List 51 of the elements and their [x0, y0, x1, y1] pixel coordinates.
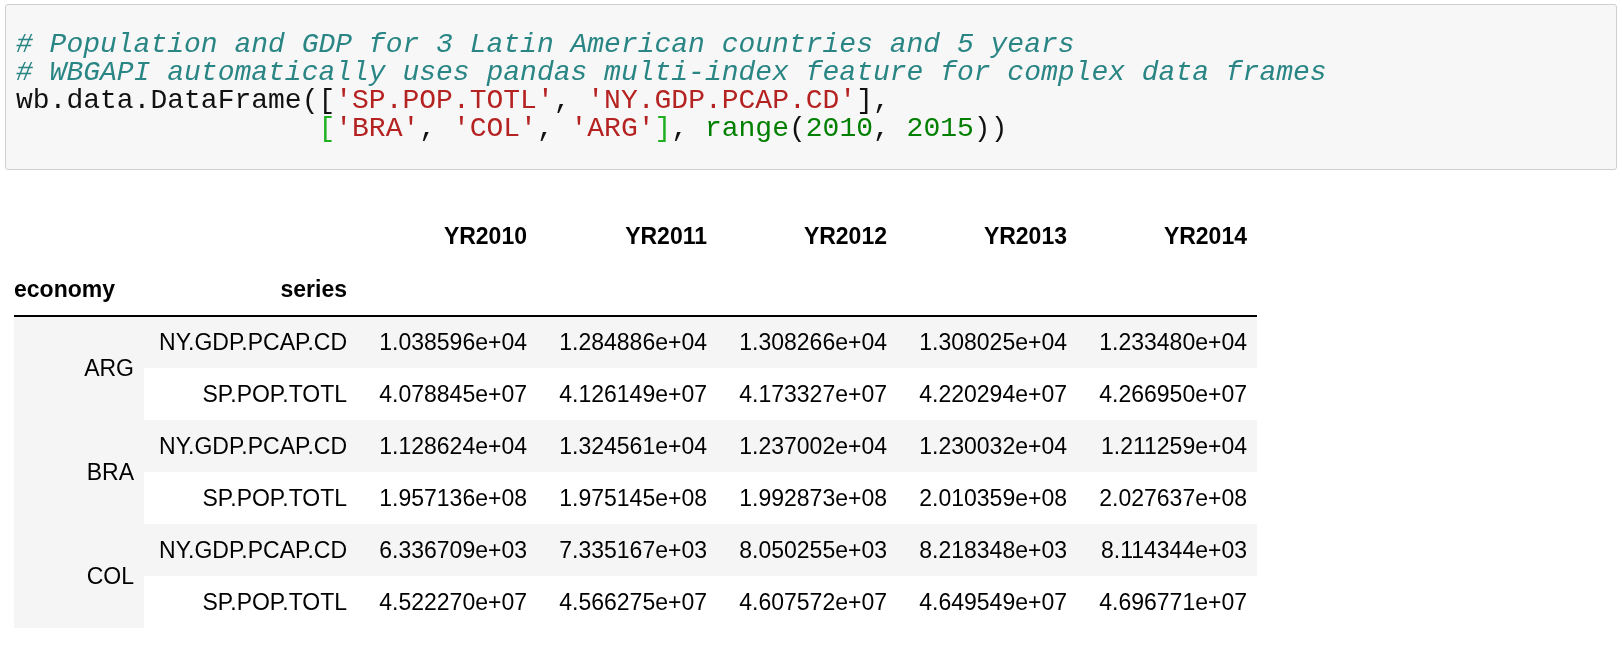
code-line: ['BRA', 'COL', 'ARG'], range(2010, 2015)) — [318, 115, 1009, 143]
table-cell: 1.324561e+04 — [537, 420, 717, 472]
table-cell: 1.992873e+08 — [717, 472, 897, 524]
row-label: SP.POP.TOTL — [144, 576, 357, 628]
row-label: NY.GDP.PCAP.CD — [144, 524, 357, 576]
table-cell: 4.126149e+07 — [537, 368, 717, 420]
column-header: YR2011 — [624, 222, 708, 252]
code-line: # WBGAPI automatically uses pandas multi-index feature for complex data frames — [16, 59, 1328, 87]
table-cell: 1.128624e+04 — [357, 420, 537, 472]
column-header: YR2010 — [442, 222, 528, 252]
table-cell: 2.010359e+08 — [897, 472, 1077, 524]
table-cell: 4.566275e+07 — [537, 576, 717, 628]
table-cell: 2.027637e+08 — [1077, 472, 1257, 524]
table-cell: 4.078845e+07 — [357, 368, 537, 420]
table-cell: 1.237002e+04 — [717, 420, 897, 472]
row-label: ARG — [14, 316, 144, 420]
table-cell: 4.649549e+07 — [897, 576, 1077, 628]
column-header: YR2014 — [1162, 222, 1248, 252]
table-cell: 1.233480e+04 — [1077, 316, 1257, 368]
table-cell: 4.220294e+07 — [897, 368, 1077, 420]
row-label: BRA — [14, 420, 144, 524]
table-cell: 4.173327e+07 — [717, 368, 897, 420]
row-label: SP.POP.TOTL — [144, 472, 357, 524]
table-cell: 8.114344e+03 — [1077, 524, 1257, 576]
table-cell: 4.696771e+07 — [1077, 576, 1257, 628]
row-label: SP.POP.TOTL — [144, 368, 357, 420]
table-cell: 7.335167e+03 — [537, 524, 717, 576]
table-cell: 1.308025e+04 — [897, 316, 1077, 368]
column-header: YR2013 — [982, 222, 1068, 252]
code-line: wb.data.DataFrame(['SP.POP.TOTL', 'NY.GDP.PCAP.CD'], — [16, 87, 891, 115]
column-header: YR2012 — [802, 222, 888, 252]
table-cell: 8.218348e+03 — [897, 524, 1077, 576]
table-cell: 4.266950e+07 — [1077, 368, 1257, 420]
code-cell[interactable] — [5, 4, 1617, 170]
table-cell: 1.975145e+08 — [537, 472, 717, 524]
table-cell: 4.607572e+07 — [717, 576, 897, 628]
table-cell: 8.050255e+03 — [717, 524, 897, 576]
table-cell: 1.038596e+04 — [357, 316, 537, 368]
row-label: NY.GDP.PCAP.CD — [144, 420, 357, 472]
index-header: economy — [14, 263, 144, 316]
table-cell: 1.308266e+04 — [717, 316, 897, 368]
table-cell: 1.230032e+04 — [897, 420, 1077, 472]
code-line: # Population and GDP for 3 Latin American countries and 5 years — [16, 31, 1076, 59]
row-label: NY.GDP.PCAP.CD — [144, 316, 357, 368]
table-cell: 1.284886e+04 — [537, 316, 717, 368]
index-header: series — [144, 263, 357, 316]
table-cell: 4.522270e+07 — [357, 576, 537, 628]
table-cell: 1.211259e+04 — [1077, 420, 1257, 472]
row-label: COL — [14, 524, 144, 628]
table-cell: 1.957136e+08 — [357, 472, 537, 524]
table-cell: 6.336709e+03 — [357, 524, 537, 576]
